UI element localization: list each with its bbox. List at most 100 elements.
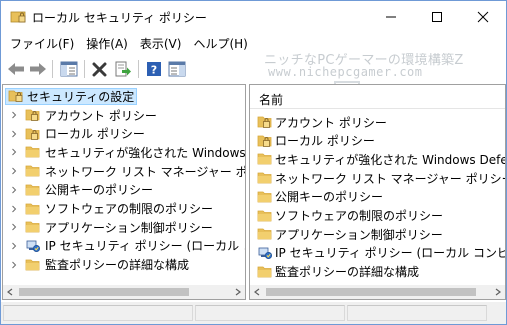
list-item[interactable]: IP セキュリティ ポリシー (ローカル コンピューター) <box>257 244 505 262</box>
folder-icon <box>25 258 41 272</box>
expand-chevron-icon[interactable] <box>9 166 19 176</box>
tree-item[interactable]: 公開キーのポリシー <box>9 181 153 199</box>
folder-icon <box>257 209 273 223</box>
list-item[interactable]: アカウント ポリシー <box>257 113 387 131</box>
tree-item[interactable]: IP セキュリティ ポリシー (ローカル コンピューター) <box>9 237 245 255</box>
expand-chevron-icon[interactable] <box>9 129 19 139</box>
locked-folder-icon <box>257 134 273 148</box>
folder-icon <box>25 183 41 197</box>
help-icon: ? <box>147 62 161 77</box>
expand-chevron-icon[interactable] <box>9 222 19 232</box>
status-cell <box>195 305 345 321</box>
status-bar <box>1 302 506 324</box>
close-button[interactable] <box>460 1 506 32</box>
menu-action[interactable]: 操作(A) <box>80 32 134 53</box>
tree-item[interactable]: アカウント ポリシー <box>9 106 157 124</box>
folder-icon <box>25 164 41 178</box>
tree-root-selected[interactable]: セキュリティの設定 <box>5 87 138 105</box>
tree-item-label: ネットワーク リスト マネージャー ポリシー <box>45 164 245 179</box>
tree-item-label: 公開キーのポリシー <box>45 183 154 198</box>
tree-item[interactable]: ソフトウェアの制限のポリシー <box>9 200 213 218</box>
folder-icon <box>257 190 273 204</box>
list-item-label: IP セキュリティ ポリシー (ローカル コンピューター) <box>275 246 505 261</box>
tree-horizontal-scrollbar[interactable] <box>3 285 245 299</box>
menu-file[interactable]: ファイル(F) <box>4 32 80 53</box>
tree-item-label: ローカル ポリシー <box>45 127 145 142</box>
expand-chevron-icon[interactable] <box>9 260 19 270</box>
tree-item[interactable]: アプリケーション制御ポリシー <box>9 218 213 236</box>
forward-arrow-icon <box>30 63 46 75</box>
scroll-left-icon[interactable] <box>250 285 264 299</box>
list-item-label: アプリケーション制御ポリシー <box>275 227 443 242</box>
results-scroll-thumb[interactable] <box>266 288 476 296</box>
menu-view[interactable]: 表示(V) <box>134 32 188 53</box>
list-item[interactable]: アプリケーション制御ポリシー <box>257 225 443 243</box>
maximize-button[interactable] <box>414 1 460 32</box>
list-item-label: セキュリティが強化された Windows Defender... <box>275 152 505 167</box>
svg-text:?: ? <box>151 64 157 77</box>
results-horizontal-scrollbar[interactable] <box>250 285 505 299</box>
tree-scroll-thumb[interactable] <box>19 288 189 296</box>
expand-chevron-icon[interactable] <box>9 204 19 214</box>
expand-chevron-icon[interactable] <box>9 147 19 157</box>
list-item-label: ソフトウェアの制限のポリシー <box>275 209 444 223</box>
name-column-label: 名前 <box>259 93 284 107</box>
window-title: ローカル セキュリティ ポリシー <box>32 11 207 25</box>
list-item[interactable]: ネットワーク リスト マネージャー ポリシー <box>257 169 506 187</box>
toolbar-separator <box>138 60 139 78</box>
name-column-header[interactable]: 名前 <box>250 85 505 109</box>
ip-security-icon <box>257 246 273 260</box>
list-item[interactable]: 監査ポリシーの詳細な構成 <box>257 263 419 281</box>
folder-icon <box>25 145 41 159</box>
expand-chevron-icon[interactable] <box>9 241 19 251</box>
delete-button[interactable] <box>89 58 111 80</box>
list-item-label: アカウント ポリシー <box>275 115 387 130</box>
minimize-button[interactable] <box>368 1 414 32</box>
tree-item-label: アカウント ポリシー <box>45 108 157 123</box>
tree-item-label: アプリケーション制御ポリシー <box>45 220 213 235</box>
folder-icon <box>25 202 41 216</box>
menu-help[interactable]: ヘルプ(H) <box>187 32 253 53</box>
locked-folder-icon <box>25 127 41 141</box>
show-action-pane-button[interactable] <box>166 58 188 80</box>
show-hide-console-tree-button[interactable] <box>58 58 80 80</box>
toolbar: ? <box>1 55 506 82</box>
toolbar-separator <box>84 60 85 78</box>
folder-icon <box>257 171 273 185</box>
tree-item[interactable]: ローカル ポリシー <box>9 125 145 143</box>
back-arrow-icon <box>8 63 24 75</box>
expand-chevron-icon[interactable] <box>9 110 19 120</box>
list-item-label: 公開キーのポリシー <box>275 190 384 205</box>
folder-icon <box>257 265 273 279</box>
list-item[interactable]: 公開キーのポリシー <box>257 188 383 206</box>
tree-item[interactable]: セキュリティが強化された Windows Defender <box>9 143 246 161</box>
list-item-label: ローカル ポリシー <box>275 134 375 149</box>
list-item-label: ネットワーク リスト マネージャー ポリシー <box>275 171 506 186</box>
list-item[interactable]: セキュリティが強化された Windows Defender... <box>257 150 505 168</box>
title-bar[interactable]: ローカル セキュリティ ポリシー <box>1 1 506 32</box>
show-action-pane-icon <box>168 61 186 77</box>
export-list-icon <box>115 61 131 77</box>
list-item[interactable]: ソフトウェアの制限のポリシー <box>257 207 443 225</box>
expand-chevron-icon[interactable] <box>9 185 19 195</box>
locked-folder-icon <box>25 108 41 122</box>
tree-root[interactable]: セキュリティの設定 <box>5 87 138 105</box>
scroll-right-icon[interactable] <box>491 285 505 299</box>
list-item[interactable]: ローカル ポリシー <box>257 132 375 150</box>
results-pane: 名前 アカウント ポリシー ローカル ポリシーセキュリティが強化された Windo… <box>249 84 506 300</box>
status-cell <box>347 305 487 321</box>
menu-bar: ファイル(F) 操作(A) 表示(V) ヘルプ(H) <box>1 32 506 53</box>
list-item-label: 監査ポリシーの詳細な構成 <box>275 265 420 280</box>
folder-icon <box>25 220 41 234</box>
back-button[interactable] <box>5 58 27 80</box>
locked-folder-icon <box>257 115 273 129</box>
tree-item-label: セキュリティが強化された Windows Defender <box>45 145 246 160</box>
tree-item[interactable]: ネットワーク リスト マネージャー ポリシー <box>9 162 245 180</box>
forward-button[interactable] <box>27 58 49 80</box>
minimize-icon <box>386 16 396 17</box>
tree-item[interactable]: 監査ポリシーの詳細な構成 <box>9 256 189 274</box>
scroll-left-icon[interactable] <box>3 285 17 299</box>
help-button[interactable]: ? <box>143 58 165 80</box>
scroll-right-icon[interactable] <box>231 285 245 299</box>
export-list-button[interactable] <box>112 58 134 80</box>
